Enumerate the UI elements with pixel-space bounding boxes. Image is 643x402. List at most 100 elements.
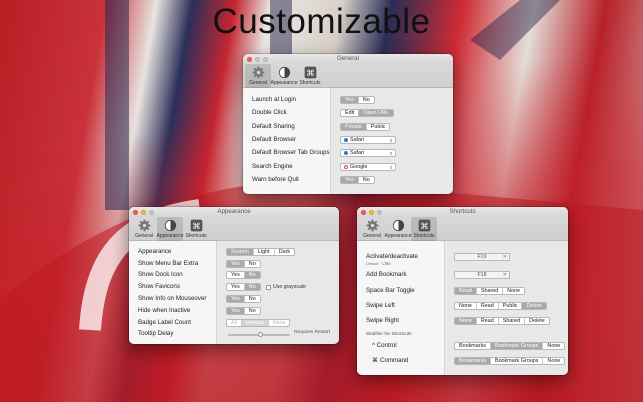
chevron-updown-icon: ⇕ — [389, 165, 393, 170]
shortcuts-titlebar: Shortcuts — [357, 207, 568, 217]
general-titlebar: General — [243, 54, 453, 64]
clear-icon[interactable]: ✕ — [503, 254, 507, 261]
double-click-segmented[interactable]: Edit Open URL — [340, 109, 394, 117]
favicons-label: Show Favicons — [138, 283, 180, 290]
slider-knob[interactable] — [258, 332, 263, 337]
search-label: Search Engine — [252, 163, 293, 170]
google-icon — [344, 164, 348, 169]
swipe-right-label: Swipe Right — [366, 317, 400, 324]
hide-inactive-label: Hide when Inactive — [138, 307, 191, 314]
sharing-segmented[interactable]: Private Public — [340, 123, 391, 131]
tab-shortcuts[interactable]: ⌘ Shortcuts — [297, 64, 323, 88]
search-popup[interactable]: Google ⇕ — [340, 163, 396, 171]
add-bookmark-label: Add Bookmark — [366, 271, 407, 278]
appearance-window: Appearance General Appearance ⌘ Shortcut… — [129, 207, 339, 344]
double-click-label: Double Click — [252, 109, 287, 116]
swipe-left-label: Swipe Left — [366, 302, 395, 309]
close-button[interactable] — [361, 209, 366, 215]
window-title: Shortcuts — [449, 208, 476, 215]
badge-segmented[interactable]: All Unread None — [226, 319, 290, 327]
screen: { "headline": "Customizable", "tabs": {"… — [0, 0, 643, 402]
close-button[interactable] — [133, 209, 138, 215]
minimize-button[interactable] — [255, 56, 260, 62]
mouseover-label: Show Info on Mouseover — [138, 295, 207, 302]
svg-text:⌘: ⌘ — [192, 220, 200, 230]
favicons-segmented[interactable]: Yes No — [226, 283, 261, 291]
warn-label: Warn before Quit — [252, 176, 299, 183]
warn-segmented[interactable]: Yes No — [340, 176, 375, 184]
tab-appearance[interactable]: Appearance — [385, 217, 411, 241]
svg-text:⌘: ⌘ — [306, 67, 314, 77]
command-label: ⌘ Command — [372, 357, 409, 364]
appearance-icon — [391, 218, 405, 232]
tooltip-slider[interactable] — [228, 332, 290, 337]
dock-icon-segmented[interactable]: Yes No — [226, 271, 261, 279]
command-key-icon: ⌘ — [303, 65, 317, 79]
tab-appearance[interactable]: Appearance — [157, 217, 183, 241]
general-window: General General Appearance ⌘ Shortcuts L… — [243, 54, 453, 194]
gear-icon — [365, 218, 379, 232]
zoom-button[interactable] — [263, 56, 268, 62]
tab-general[interactable]: General — [359, 217, 385, 241]
dock-icon-label: Show Dock Icon — [138, 271, 183, 278]
badge-label: Badge Label Count — [138, 319, 191, 326]
grayscale-checkbox[interactable]: Use grayscale — [266, 284, 306, 290]
headline: Customizable — [212, 2, 431, 41]
appearance-toolbar: General Appearance ⌘ Shortcuts — [129, 217, 339, 241]
tab-shortcuts[interactable]: ⌘ Shortcuts — [183, 217, 209, 241]
control-segmented[interactable]: Bookmarks Bookmark Groups None — [454, 342, 566, 350]
browser-groups-popup[interactable]: Safari ⇕ — [340, 149, 396, 157]
clear-icon[interactable]: ✕ — [503, 272, 507, 279]
zoom-button[interactable] — [377, 209, 382, 215]
gear-icon — [137, 218, 151, 232]
activate-shortcut-field[interactable]: F19 ✕ — [454, 253, 510, 261]
command-key-icon: ⌘ — [417, 218, 431, 232]
tab-shortcuts[interactable]: ⌘ Shortcuts — [411, 217, 437, 241]
activate-default: Default: ⌥⌘B — [366, 262, 391, 266]
launch-segmented[interactable]: Yes No — [340, 96, 375, 104]
mouseover-segmented[interactable]: Yes No — [226, 295, 261, 303]
general-toolbar: General Appearance ⌘ Shortcuts — [243, 64, 453, 88]
tooltip-label: Tooltip Delay — [138, 330, 174, 337]
appearance-segmented[interactable]: System Light Dark — [226, 248, 296, 256]
activate-label: Activate/deactivate — [366, 253, 418, 260]
restart-note: Requires Restart — [294, 330, 330, 335]
zoom-button[interactable] — [149, 209, 154, 215]
shortcuts-toolbar: General Appearance ⌘ Shortcuts — [357, 217, 568, 241]
shortcuts-window: Shortcuts General Appearance ⌘ Shortcuts… — [357, 207, 568, 375]
appearance-icon — [277, 65, 291, 79]
window-title: General — [336, 55, 359, 62]
command-key-icon: ⌘ — [189, 218, 203, 232]
minimize-button[interactable] — [141, 209, 146, 215]
window-title: Appearance — [217, 208, 251, 215]
chevron-updown-icon: ⇕ — [389, 138, 393, 143]
command-segmented[interactable]: Bookmarks Bookmark Groups None — [454, 357, 566, 365]
space-bar-label: Space Bar Toggle — [366, 287, 415, 294]
swipe-right-segmented[interactable]: None Read Shared Delete — [454, 317, 550, 325]
tab-general[interactable]: General — [245, 64, 271, 88]
swipe-left-segmented[interactable]: None Read Public Delete — [454, 302, 548, 310]
appearance-titlebar: Appearance — [129, 207, 339, 217]
control-label: ^ Control — [372, 342, 397, 349]
menu-bar-extra-segmented[interactable]: Yes No — [226, 260, 261, 268]
appearance-icon — [163, 218, 177, 232]
tab-general[interactable]: General — [131, 217, 157, 241]
sharing-label: Default Sharing — [252, 123, 295, 130]
chevron-updown-icon: ⇕ — [389, 151, 393, 156]
browser-label: Default Browser — [252, 136, 297, 143]
appearance-content — [129, 241, 339, 344]
safari-icon — [344, 150, 348, 155]
browser-popup[interactable]: Safari ⇕ — [340, 136, 396, 144]
close-button[interactable] — [247, 56, 252, 62]
svg-text:⌘: ⌘ — [420, 220, 428, 230]
space-bar-segmented[interactable]: Read Shared None — [454, 287, 526, 295]
safari-icon — [344, 137, 348, 142]
appearance-label: Appearance — [138, 248, 172, 255]
hide-inactive-segmented[interactable]: Yes No — [226, 307, 261, 315]
launch-label: Launch at Login — [252, 96, 297, 103]
tab-appearance[interactable]: Appearance — [271, 64, 297, 88]
menu-bar-extra-label: Show Menu Bar Extra — [138, 260, 199, 267]
minimize-button[interactable] — [369, 209, 374, 215]
browser-groups-label: Default Browser Tab Groups — [252, 149, 330, 156]
add-bookmark-shortcut-field[interactable]: F18 ✕ — [454, 271, 510, 279]
